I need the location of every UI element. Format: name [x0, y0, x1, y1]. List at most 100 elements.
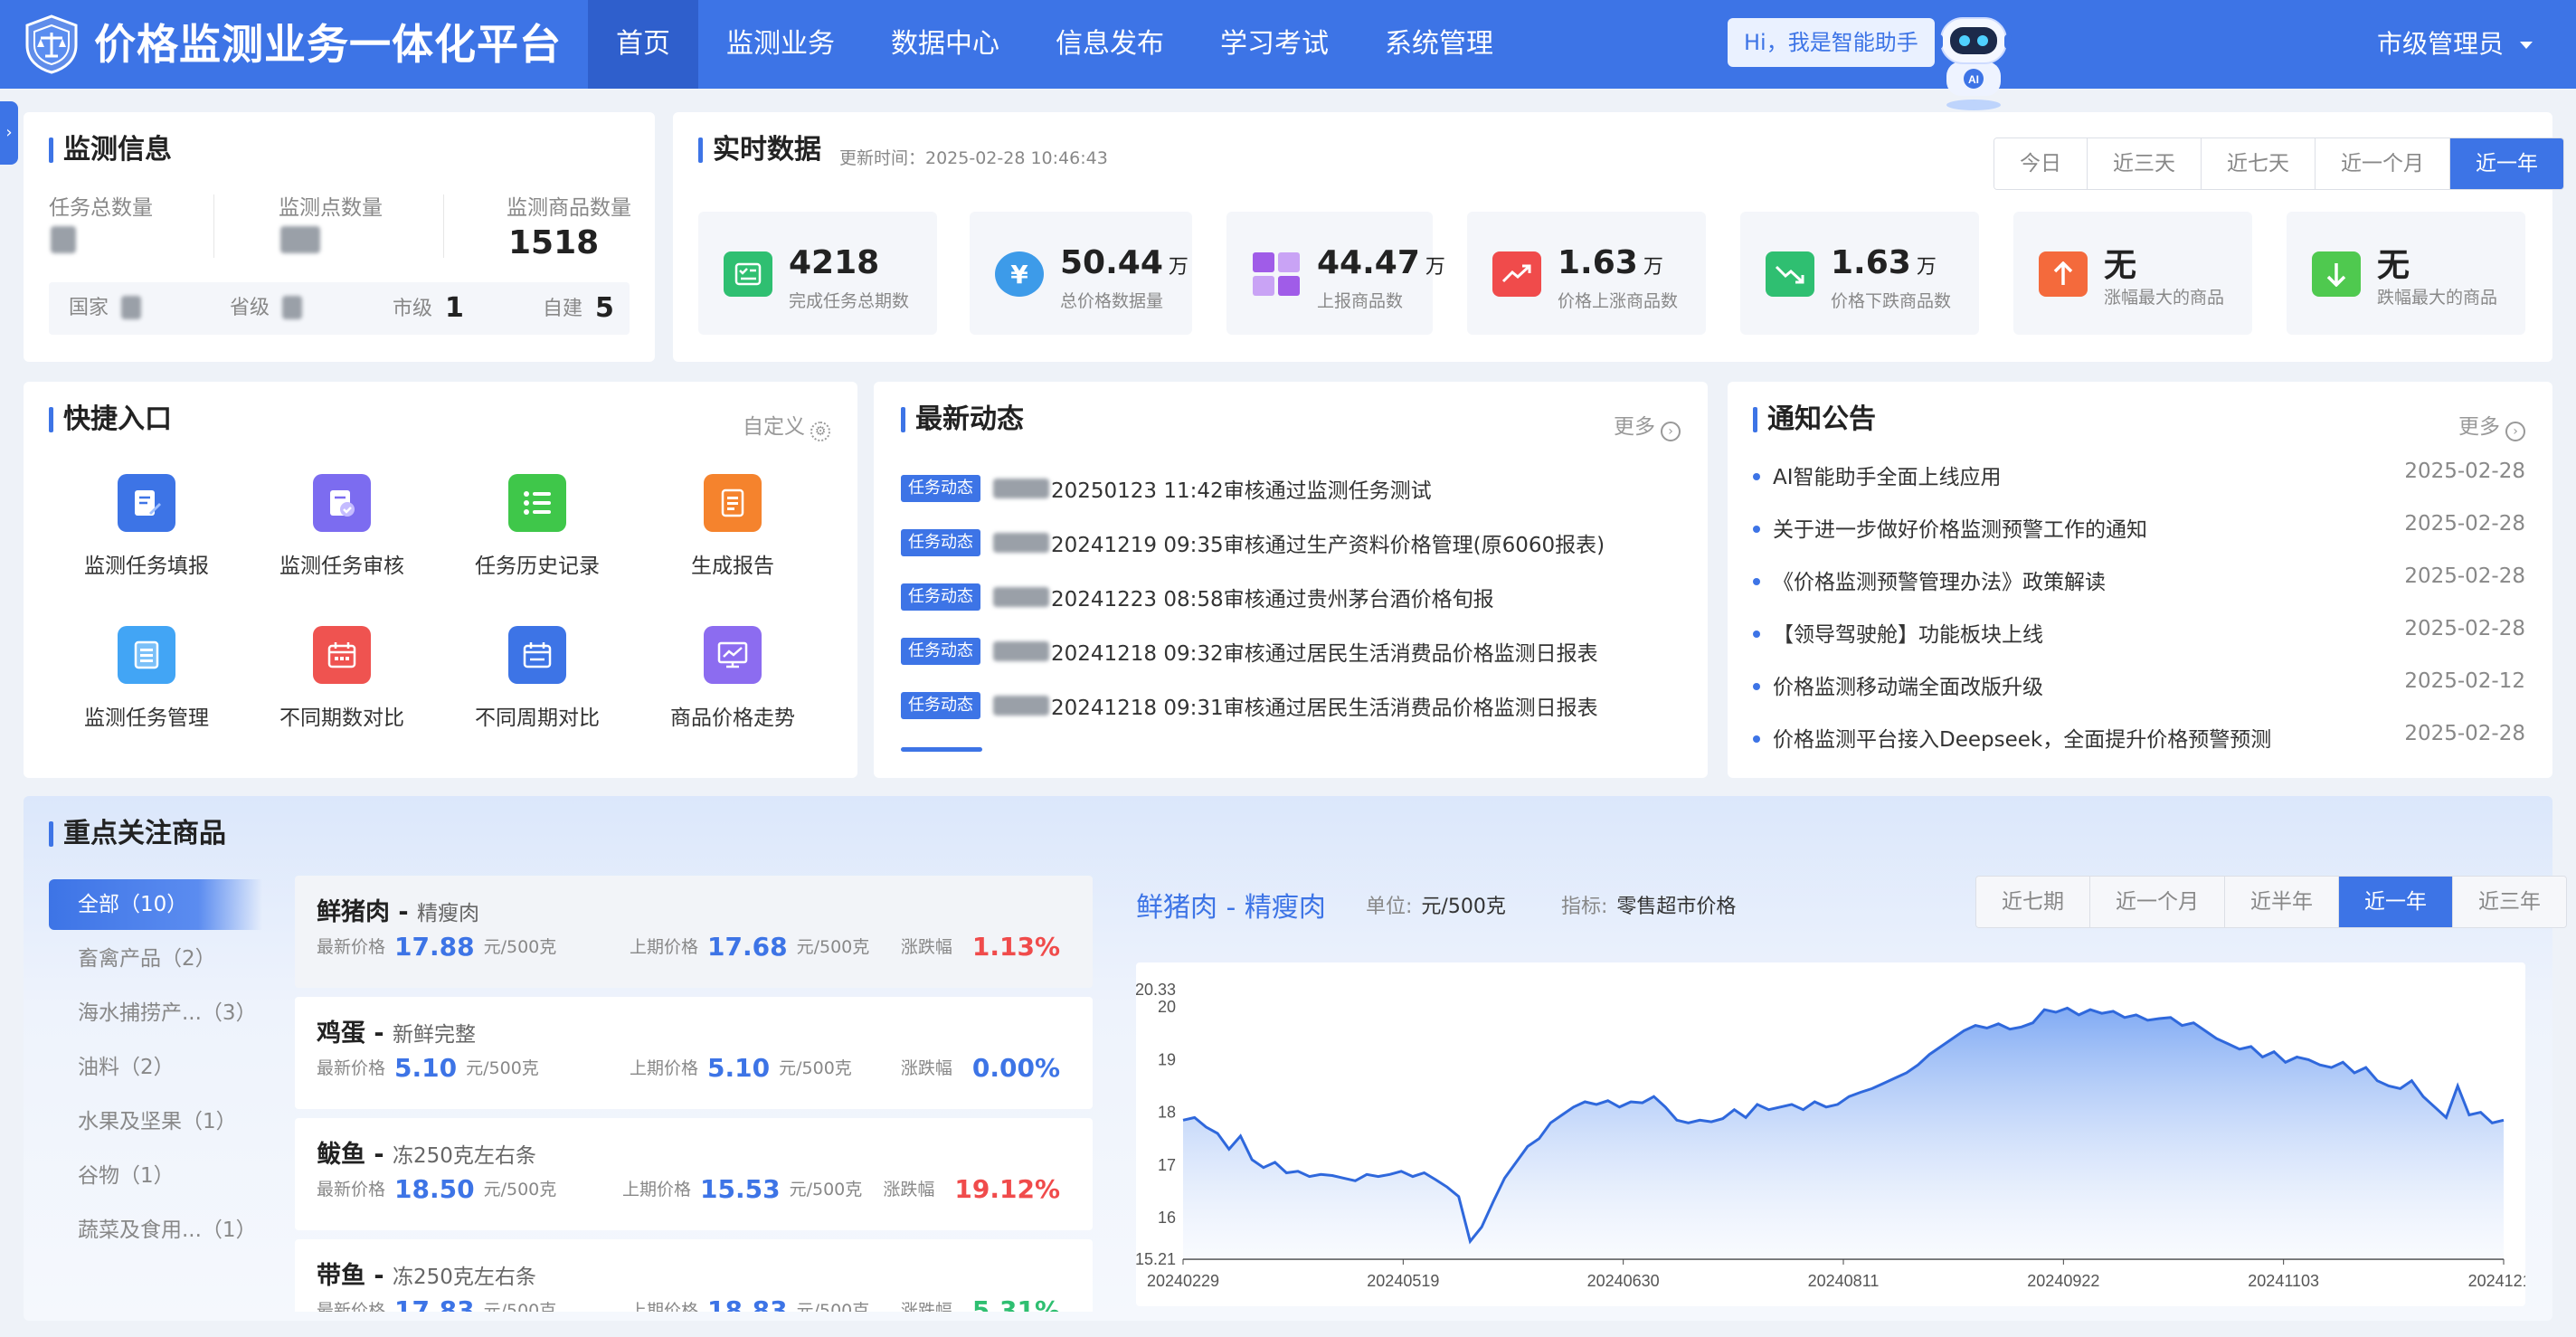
- latest-price: 最新价格 18.50 元/500克: [317, 1174, 556, 1204]
- quick-period-compare[interactable]: 不同期数对比: [260, 626, 423, 731]
- nav-monitoring[interactable]: 监测业务: [698, 0, 863, 89]
- quick-cycle-compare[interactable]: 不同周期对比: [456, 626, 619, 731]
- prev-label: 上期价格: [630, 937, 699, 957]
- stat-value: 无: [2104, 239, 2136, 286]
- chart-icon: [704, 626, 762, 684]
- chart-range-3years[interactable]: 近三年: [2453, 877, 2566, 927]
- scroll-indicator[interactable]: [901, 747, 982, 752]
- list-icon: [508, 474, 566, 532]
- x-tick-label: 20240922: [2027, 1272, 2099, 1290]
- quick-task-history[interactable]: 任务历史记录: [456, 474, 619, 579]
- category-item[interactable]: 水果及坚果（1）: [49, 1096, 262, 1147]
- quick-entry-title: 快捷入口: [49, 402, 172, 438]
- nav-data-center[interactable]: 数据中心: [863, 0, 1028, 89]
- goods-title: 鲜猪肉: [317, 898, 390, 926]
- trend-up-icon: [1492, 251, 1541, 297]
- nav-system[interactable]: 系统管理: [1357, 0, 1521, 89]
- goods-name: 带鱼 - 冻250克左右条: [317, 1262, 536, 1290]
- latest-value: 17.88: [394, 932, 475, 962]
- latest-label: 最新价格: [317, 937, 386, 957]
- range-1month[interactable]: 近一个月: [2316, 138, 2450, 189]
- chart-range-1year[interactable]: 近一年: [2339, 877, 2453, 927]
- nav-home[interactable]: 首页: [588, 0, 698, 89]
- news-item[interactable]: 任务动态 20241219 09:35审核通过生产资料价格管理(原6060报表): [901, 528, 1605, 557]
- goods-card[interactable]: 鸡蛋 - 新鲜完整 最新价格 5.10 元/500克 上期价格 5.10 元/500克 …: [295, 997, 1093, 1109]
- quick-task-management[interactable]: 监测任务管理: [65, 626, 228, 731]
- latest-price: 最新价格 17.83 元/500克: [317, 1295, 556, 1312]
- goods-card[interactable]: 鲜猪肉 - 精瘦肉 最新价格 17.88 元/500克 上期价格 17.68 元/500…: [295, 876, 1093, 988]
- chart-range-half-year[interactable]: 近半年: [2225, 877, 2339, 927]
- sidebar-expand-icon[interactable]: ›: [0, 101, 18, 165]
- price-trend-chart[interactable]: 20.3320 19 18 17 16 15.21 20240229 20240519 202…: [1135, 962, 2539, 1306]
- goods-total-value: 1518: [508, 224, 600, 261]
- x-tick-label: 20241211: [2468, 1272, 2525, 1290]
- quick-generate-report[interactable]: 生成报告: [651, 474, 814, 579]
- news-text: 20241218 09:31审核通过居民生活消费品价格监测日报表: [1051, 697, 1598, 720]
- redacted-name: [993, 641, 1049, 661]
- category-item[interactable]: 海水捕捞产...（3）: [49, 988, 262, 1038]
- news-text: 20250123 11:42审核通过监测任务测试: [1051, 479, 1432, 503]
- range-today[interactable]: 今日: [1994, 138, 2088, 189]
- chevron-down-icon[interactable]: [2520, 42, 2533, 49]
- nav-publishing[interactable]: 信息发布: [1028, 0, 1192, 89]
- task-total-label: 任务总数量: [49, 196, 153, 220]
- category-all[interactable]: 全部（10）: [49, 879, 262, 930]
- notice-item[interactable]: 《价格监测预警管理办法》政策解读 2025-02-28: [1753, 564, 2525, 594]
- previous-price: 上期价格 5.10 元/500克: [630, 1053, 852, 1083]
- main-nav: 首页 监测业务 数据中心 信息发布 学习考试 系统管理: [588, 0, 1521, 89]
- goods-list[interactable]: 鲜猪肉 - 精瘦肉 最新价格 17.88 元/500克 上期价格 17.68 元/500…: [295, 876, 1093, 1312]
- notice-item[interactable]: 关于进一步做好价格监测预警工作的通知 2025-02-28: [1753, 512, 2525, 542]
- latest-value: 18.50: [394, 1174, 475, 1204]
- quick-fill-task[interactable]: 监测任务填报: [65, 474, 228, 579]
- category-item[interactable]: 油料（2）: [49, 1042, 262, 1093]
- chart-range-7periods[interactable]: 近七期: [1976, 877, 2090, 927]
- notice-item[interactable]: 价格监测平台接入Deepseek，全面提升价格预警预测 2025-02-28: [1753, 722, 2525, 752]
- stat-number: 44.47: [1317, 244, 1420, 281]
- goods-card[interactable]: 带鱼 - 冻250克左右条 最新价格 17.83 元/500克 上期价格 18.83 元…: [295, 1239, 1093, 1312]
- robot-assistant-icon[interactable]: AI: [1934, 9, 2013, 112]
- notice-text: 关于进一步做好价格监测预警工作的通知: [1773, 518, 2147, 542]
- stat-number: 无: [2104, 247, 2137, 284]
- city-count: 市级 1: [393, 295, 464, 323]
- self-count: 自建 5: [543, 295, 614, 323]
- category-item[interactable]: 畜禽产品（2）: [49, 934, 262, 984]
- latest-value: 17.83: [394, 1295, 475, 1312]
- range-7days[interactable]: 近七天: [2202, 138, 2316, 189]
- news-item[interactable]: 任务动态 20241218 09:31审核通过居民生活消费品价格监测日报表: [901, 691, 1598, 720]
- category-item[interactable]: 蔬菜及食用...（1）: [49, 1205, 262, 1256]
- stat-number: 1.63: [1558, 244, 1638, 281]
- category-item[interactable]: 谷物（1）: [49, 1151, 262, 1201]
- assistant-bubble[interactable]: Hi，我是智能助手: [1728, 18, 1935, 67]
- city-label: 市级: [393, 298, 433, 320]
- nav-learning[interactable]: 学习考试: [1192, 0, 1357, 89]
- redacted-name: [993, 696, 1049, 716]
- notice-item[interactable]: 【领导驾驶舱】功能板块上线 2025-02-28: [1753, 617, 2525, 647]
- stat-number: 1.63: [1831, 244, 1911, 281]
- quick-price-trend[interactable]: 商品价格走势: [651, 626, 814, 731]
- news-tag: 任务动态: [901, 583, 980, 611]
- news-more-link[interactable]: 更多 ›: [1614, 409, 1681, 441]
- chart-range-1month[interactable]: 近一个月: [2090, 877, 2225, 927]
- x-tick-label: 20240229: [1147, 1272, 1219, 1290]
- change-label: 涨跌幅: [883, 1180, 935, 1200]
- notice-date: 2025-02-28: [2404, 512, 2525, 536]
- news-item[interactable]: 任务动态 20241223 08:58审核通过贵州茅台酒价格旬报: [901, 583, 1494, 612]
- prev-value: 18.83: [707, 1295, 788, 1312]
- goods-spec: 冻250克左右条: [393, 1266, 536, 1289]
- chart-goods-title: 鲜猪肉 - 精瘦肉: [1136, 892, 1326, 924]
- stat-label: 总价格数据量: [1060, 291, 1164, 311]
- chevron-right-icon: ›: [2505, 422, 2525, 441]
- notice-item[interactable]: AI智能助手全面上线应用 2025-02-28: [1753, 460, 2525, 489]
- user-menu[interactable]: 市级管理员: [2377, 0, 2504, 89]
- prev-value: 17.68: [707, 932, 788, 962]
- notice-more-link[interactable]: 更多 ›: [2458, 409, 2525, 441]
- quick-audit-task[interactable]: 监测任务审核: [260, 474, 423, 579]
- prev-value: 5.10: [707, 1053, 771, 1083]
- customize-button[interactable]: 自定义 ⚙: [743, 409, 830, 441]
- range-3days[interactable]: 近三天: [2088, 138, 2202, 189]
- goods-card[interactable]: 鲅鱼 - 冻250克左右条 最新价格 18.50 元/500克 上期价格 15.53 元…: [295, 1118, 1093, 1230]
- range-1year[interactable]: 近一年: [2450, 138, 2563, 189]
- news-item[interactable]: 任务动态 20250123 11:42审核通过监测任务测试: [901, 474, 1432, 503]
- news-item[interactable]: 任务动态 20241218 09:32审核通过居民生活消费品价格监测日报表: [901, 637, 1598, 666]
- notice-item[interactable]: 价格监测移动端全面改版升级 2025-02-12: [1753, 669, 2525, 699]
